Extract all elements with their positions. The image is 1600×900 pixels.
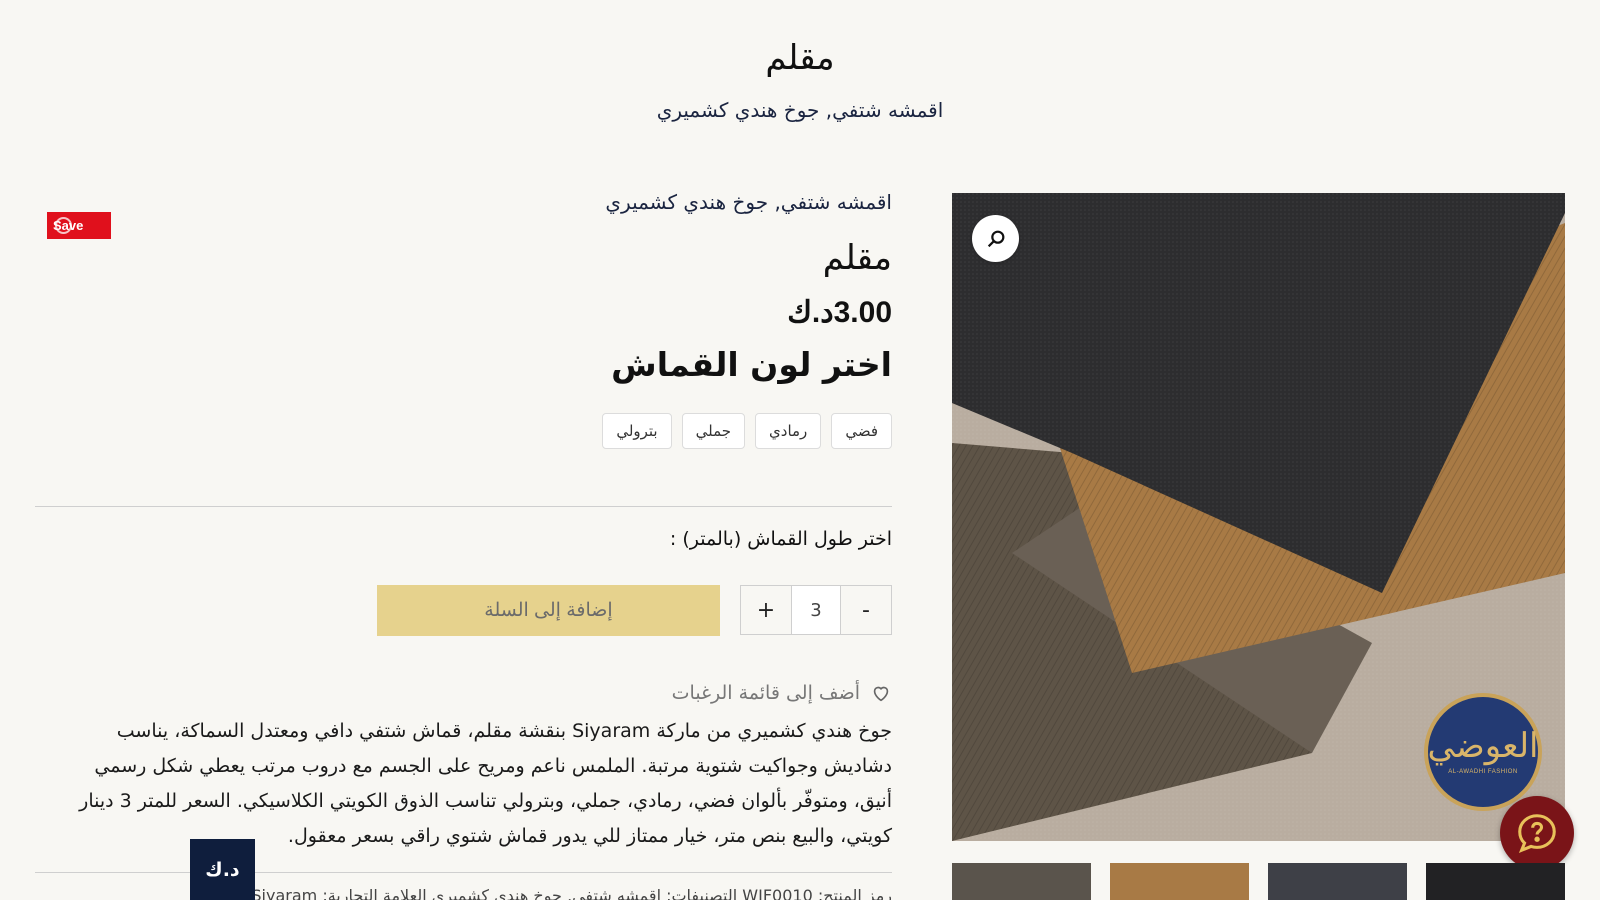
wishlist-label: أضف إلى قائمة الرغبات	[671, 682, 860, 704]
help-chat-icon	[1518, 814, 1556, 854]
logo-caption: AL-AWADHI FASHION	[1448, 769, 1518, 775]
color-swatch[interactable]: جملي	[681, 413, 746, 449]
search-icon	[987, 230, 1004, 247]
quantity-input[interactable]: 3	[791, 586, 841, 634]
divider	[35, 506, 892, 507]
color-swatch[interactable]: رمادي	[755, 413, 822, 449]
length-label: اختر طول القماش (بالمتر) :	[669, 528, 892, 550]
heart-icon	[873, 686, 889, 702]
save-badge: Save	[47, 212, 111, 239]
page-title: مقلم	[765, 38, 835, 78]
product-description: جوخ هندي كشميري من ماركة Siyaram بنقشة م…	[79, 720, 892, 847]
plus-button[interactable]: +	[741, 586, 791, 634]
color-swatch[interactable]: فضي	[831, 413, 892, 449]
product-image[interactable]: العوضي AL-AWADHI FASHION	[952, 193, 1565, 841]
minus-button[interactable]: -	[841, 586, 891, 634]
product-categories[interactable]: اقمشه شتفي, جوخ هندي كشميري	[605, 190, 892, 214]
product-price: 3.00د.ك	[787, 296, 892, 329]
thumbnail[interactable]	[1110, 863, 1249, 900]
color-swatch[interactable]: بترولي	[602, 413, 672, 449]
page-subtitle: اقمشه شتفي, جوخ هندي كشميري	[656, 98, 944, 122]
zoom-button[interactable]	[972, 215, 1019, 262]
thumbnail[interactable]	[952, 863, 1091, 900]
divider	[35, 872, 892, 873]
wishlist-link[interactable]: أضف إلى قائمة الرغبات	[672, 682, 892, 704]
help-chat-button[interactable]	[1500, 796, 1574, 870]
currency-switcher[interactable]: د.ك	[190, 839, 255, 900]
add-to-cart-button[interactable]: إضافة إلى السلة	[377, 585, 720, 636]
thumbnail[interactable]	[1426, 863, 1565, 900]
choose-color-heading: اختر لون القماش	[611, 345, 892, 384]
badge-ring-icon	[55, 217, 72, 234]
thumbnail-strip	[952, 863, 1565, 900]
product-name: مقلم	[822, 238, 892, 278]
thumbnail[interactable]	[1268, 863, 1407, 900]
product-meta: رمز المنتج: WIF0010 التصنيفات: اقمشه شتف…	[251, 886, 892, 900]
color-swatches: فضي رمادي جملي بترولي	[602, 413, 892, 449]
quantity-stepper: + 3 -	[740, 585, 892, 635]
logo-text: العوضي	[1427, 726, 1539, 766]
brand-logo-seal: العوضي AL-AWADHI FASHION	[1424, 693, 1542, 811]
